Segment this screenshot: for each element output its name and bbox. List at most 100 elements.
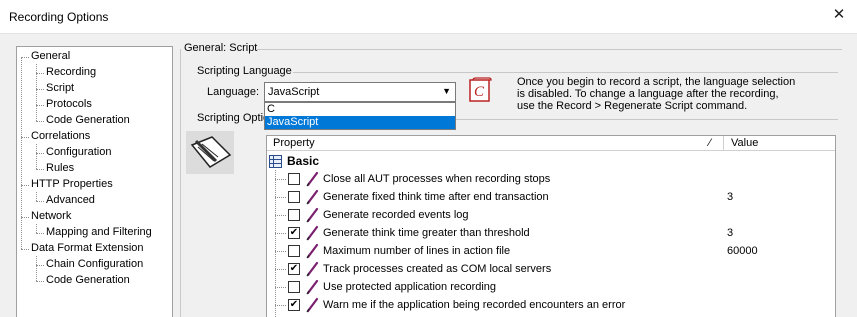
tree-connector [36,89,44,90]
grid-connector [275,287,286,288]
tree-connector [21,57,29,58]
close-icon[interactable]: ✕ [829,5,849,25]
property-row[interactable]: ✔ Generate think time greater than thresh… [267,224,835,242]
scripting-options-group: Scripting Optio [197,112,270,124]
tree-item-recording[interactable]: Recording [46,65,96,80]
pen-icon [305,261,319,277]
tree-item-code-generation[interactable]: Code Generation [46,273,130,288]
grid-connector [275,179,286,180]
tree-item-code-generation[interactable]: Code Generation [46,113,130,128]
property-checkbox[interactable] [288,245,300,257]
property-row[interactable]: Close all AUT processes when recording s… [267,170,835,188]
property-row[interactable]: ✔ Warn me if the application being record… [267,296,835,314]
tree-item-advanced[interactable]: Advanced [46,193,95,208]
tree-item-script[interactable]: Script [46,81,74,96]
property-label: Close all AUT processes when recording s… [323,173,551,185]
tree-root-line [21,57,22,249]
property-row[interactable]: Maximum number of lines in action file 60… [267,242,835,260]
tree-item-correlations[interactable]: Correlations [31,129,90,144]
language-option-c[interactable]: C [265,103,455,116]
property-checkbox[interactable]: ✔ [288,263,300,275]
property-label: Track processes created as COM local ser… [323,263,552,275]
regenerate-script-icon[interactable]: C [467,77,493,103]
language-info-text: Once you begin to record a script, the l… [517,76,817,112]
tree-item-rules[interactable]: Rules [46,161,74,176]
column-header-property[interactable]: Property [273,137,315,149]
chevron-down-icon[interactable]: ▼ [442,86,451,96]
tree-connector [36,153,44,154]
property-checkbox[interactable]: ✔ [288,227,300,239]
pen-icon [305,297,319,313]
property-checkbox[interactable]: ✔ [288,299,300,311]
tree-item-protocols[interactable]: Protocols [46,97,92,112]
tree-connector [21,249,29,250]
tree-connector [21,217,29,218]
pen-icon [305,171,319,187]
pen-icon [305,279,319,295]
tree-connector [36,105,44,106]
property-row[interactable]: Use protected application recording [267,278,835,296]
property-label: Warn me if the application being recorde… [323,299,626,311]
panel-border [180,49,181,317]
tree-item-network[interactable]: Network [31,209,71,224]
page-title: General: Script [184,42,258,54]
property-label: Maximum number of lines in action file [323,245,511,257]
pen-icon [305,207,319,223]
property-label: Generate recorded events log [323,209,469,221]
grid-category-icon [269,155,282,168]
tree-item-mapping-and-filtering[interactable]: Mapping and Filtering [46,225,152,240]
property-checkbox[interactable] [288,173,300,185]
property-value[interactable]: 3 [727,227,733,239]
grid-connector [275,215,286,216]
group-row[interactable]: Basic [267,152,835,170]
language-select[interactable]: JavaScript ▼ [264,82,456,102]
sort-icon: ⁄ [709,137,711,149]
property-label: Generate think time greater than thresho… [323,227,530,239]
property-label: Use protected application recording [323,281,497,293]
language-dropdown: C JavaScript [264,102,456,130]
property-value[interactable]: 3 [727,191,733,203]
property-checkbox[interactable] [288,281,300,293]
column-separator[interactable] [723,136,724,151]
property-row[interactable]: Generate fixed think time after end tran… [267,188,835,206]
property-label: Generate fixed think time after end tran… [323,191,549,203]
property-row[interactable]: ✔ Track processes created as COM local se… [267,260,835,278]
tree-connector [36,121,44,122]
property-row[interactable]: Generate recorded events log [267,206,835,224]
svg-text:C: C [474,84,485,100]
tree-connector [36,201,44,202]
tree-item-data-format-extension[interactable]: Data Format Extension [31,241,144,256]
group-label: Basic [287,154,320,168]
title-divider [257,49,842,50]
group-divider [456,119,838,120]
tree-item-http-properties[interactable]: HTTP Properties [31,177,113,192]
property-value[interactable]: 60000 [727,245,758,257]
pen-icon [305,225,319,241]
grid-connector [275,269,286,270]
tree-item-general[interactable]: General [31,49,70,64]
tree-connector [36,265,44,266]
tree-item-chain-configuration[interactable]: Chain Configuration [46,257,143,272]
window-title: Recording Options [9,10,109,24]
grid-connector [275,251,286,252]
grid-connector [275,233,286,234]
tree-connector [36,281,44,282]
pen-icon [305,243,319,259]
info-line: Once you begin to record a script, the l… [517,76,796,88]
property-checkbox[interactable] [288,209,300,221]
property-checkbox[interactable] [288,191,300,203]
tree-branch-line [36,256,37,281]
language-value: JavaScript [268,86,320,98]
tree-connector [21,185,29,186]
language-label: Language: [207,86,259,98]
options-tree: General Recording Script Protocols Code Gene… [16,46,173,317]
grid-connector [275,197,286,198]
title-bar: Recording Options ✕ [0,0,857,34]
language-option-javascript[interactable]: JavaScript [265,116,455,129]
group-divider [293,72,838,73]
column-header-value[interactable]: Value [731,137,758,149]
info-line: is disabled. To change a language after … [517,88,779,100]
grid-connector [275,305,286,306]
tree-branch-line [36,144,37,169]
tree-item-configuration[interactable]: Configuration [46,145,111,160]
